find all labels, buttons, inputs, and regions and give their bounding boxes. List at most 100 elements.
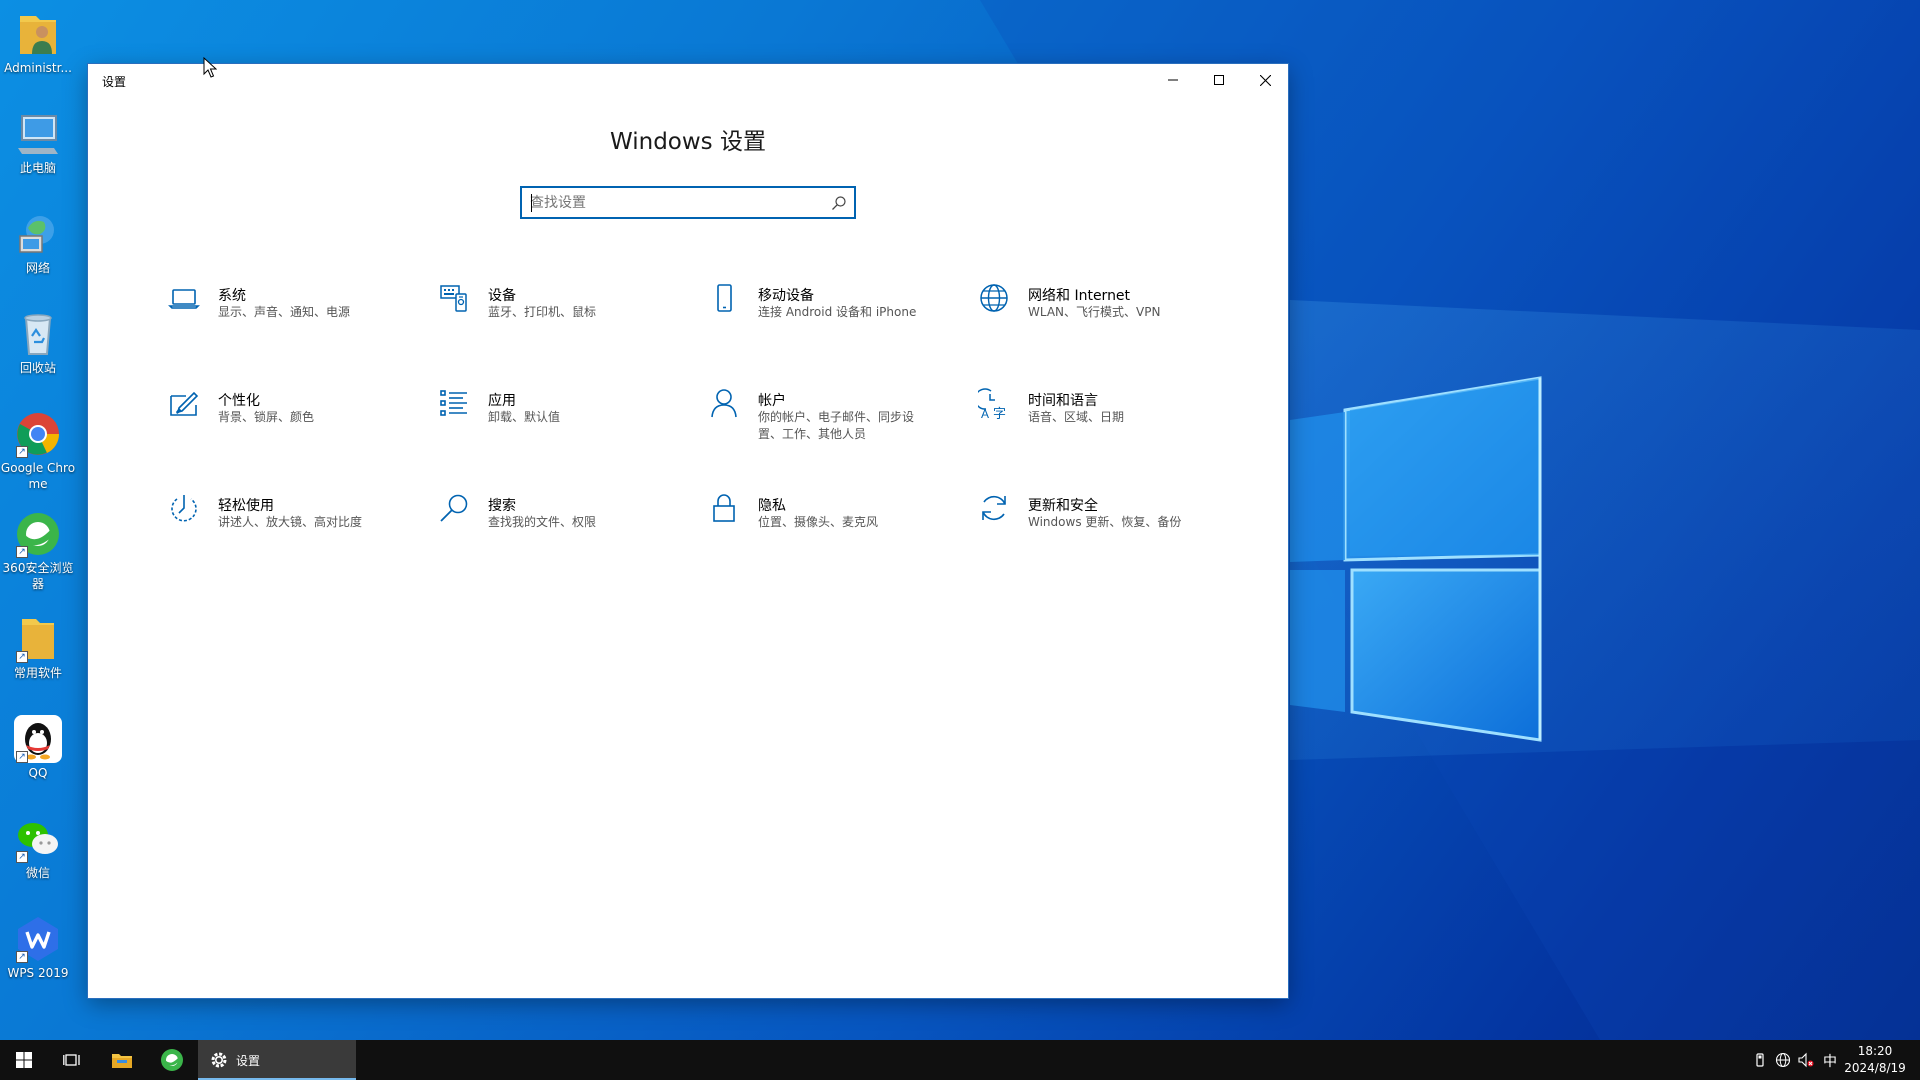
tile-title: 隐私 xyxy=(758,498,786,514)
desktop-icon-label: QQ xyxy=(28,766,48,780)
input-method-indicator[interactable]: 中 xyxy=(1823,1051,1837,1071)
tile-title: 网络和 Internet xyxy=(1028,288,1131,304)
taskbar-360-browser[interactable] xyxy=(148,1040,196,1080)
taskbar-file-explorer[interactable] xyxy=(98,1040,146,1080)
settings-tile-apps-list[interactable]: 应用 卸载、默认值 xyxy=(438,387,708,492)
desktop-icon-label: 360安全浏览器 xyxy=(2,561,74,591)
desktop-icon-label: 回收站 xyxy=(19,361,56,375)
search-box[interactable] xyxy=(520,186,856,219)
tile-title: 搜索 xyxy=(488,498,516,514)
search-magnifier-icon xyxy=(440,494,468,522)
desktop-icon-label: Google Chrome xyxy=(0,461,76,491)
settings-tile-ease-of-access[interactable]: 轻松使用 讲述人、放大镜、高对比度 xyxy=(168,492,438,597)
desktop-icon-label: 微信 xyxy=(25,866,50,880)
tile-description: 你的帐户、电子邮件、同步设置、工作、其他人员 xyxy=(758,410,915,441)
settings-tile-time-language[interactable]: A字 时间和语言 语音、区域、日期 xyxy=(978,387,1248,492)
recycle-bin-icon xyxy=(24,314,52,355)
settings-tile-globe[interactable]: 网络和 Internet WLAN、飞行模式、VPN xyxy=(978,282,1248,387)
desktop-icon-user-folder[interactable]: Administr... xyxy=(0,10,76,76)
search-input[interactable] xyxy=(530,193,820,213)
tile-title: 系统 xyxy=(218,288,246,304)
title-bar[interactable]: 设置 xyxy=(88,64,1288,96)
file-explorer-icon xyxy=(112,1054,132,1068)
search-icon[interactable] xyxy=(831,195,847,211)
close-icon xyxy=(1259,74,1271,86)
tile-description: 卸载、默认值 xyxy=(488,410,561,424)
clock-date: 2024/8/19 xyxy=(1844,1061,1906,1075)
settings-tile-update-sync[interactable]: 更新和安全 Windows 更新、恢复、备份 xyxy=(978,492,1248,597)
tile-description: Windows 更新、恢复、备份 xyxy=(1028,515,1182,529)
tile-description: 蓝牙、打印机、鼠标 xyxy=(488,305,597,319)
settings-window: 设置 Windows 设置 系统 显示、声音、通知、电源 设备 蓝牙、打印机、鼠… xyxy=(88,64,1288,998)
volume-muted-icon[interactable] xyxy=(1798,1052,1814,1068)
shortcut-arrow-icon: ↗ xyxy=(16,951,28,963)
svg-text:字: 字 xyxy=(993,407,1006,419)
settings-tile-person[interactable]: 帐户 你的帐户、电子邮件、同步设置、工作、其他人员 xyxy=(708,387,978,492)
desktop-icon-wechat[interactable]: ↗ 微信 xyxy=(0,815,76,881)
laptop-icon xyxy=(168,289,200,309)
taskbar-settings-app[interactable]: 设置 xyxy=(198,1040,356,1080)
shortcut-arrow-icon: ↗ xyxy=(16,446,28,458)
shortcut-arrow-icon: ↗ xyxy=(16,751,28,763)
settings-tile-devices-keyboard[interactable]: 设备 蓝牙、打印机、鼠标 xyxy=(438,282,708,387)
page-title: Windows 设置 xyxy=(610,129,766,155)
usb-device-icon[interactable] xyxy=(1752,1052,1768,1068)
desktop-icon-360-browser[interactable]: ↗ 360安全浏览器 xyxy=(0,510,76,592)
taskbar-app-label: 设置 xyxy=(236,1054,261,1068)
desktop-icon-label: Administr... xyxy=(4,61,72,75)
svg-text:A: A xyxy=(981,407,989,419)
desktop-icon-label: 网络 xyxy=(25,261,50,275)
start-button[interactable] xyxy=(0,1040,48,1080)
taskbar: 设置 中 18:20 2024/8/19 xyxy=(0,1040,1920,1080)
tile-description: 查找我的文件、权限 xyxy=(488,515,597,529)
desktop-icon-chrome[interactable]: ↗ Google Chrome xyxy=(0,410,76,492)
desktop-icon-computer[interactable]: 此电脑 xyxy=(0,110,76,176)
desktop-icon-label: 此电脑 xyxy=(19,161,56,175)
settings-tile-personalization-pen[interactable]: 个性化 背景、锁屏、颜色 xyxy=(168,387,438,492)
360-browser-icon xyxy=(161,1049,183,1071)
time-language-icon: A字 xyxy=(978,388,1006,419)
shortcut-arrow-icon: ↗ xyxy=(16,851,28,863)
devices-keyboard-icon xyxy=(440,285,467,312)
windows-start-icon xyxy=(16,1052,32,1068)
tile-title: 时间和语言 xyxy=(1028,393,1098,409)
desktop-icon-label: 常用软件 xyxy=(13,666,62,680)
settings-tile-search-magnifier[interactable]: 搜索 查找我的文件、权限 xyxy=(438,492,708,597)
settings-tile-phone[interactable]: 移动设备 连接 Android 设备和 iPhone xyxy=(708,282,978,387)
minimize-button[interactable] xyxy=(1150,64,1196,96)
computer-icon xyxy=(18,115,58,154)
tile-description: 讲述人、放大镜、高对比度 xyxy=(218,515,363,529)
text-caret xyxy=(531,194,532,212)
tile-description: WLAN、飞行模式、VPN xyxy=(1028,305,1161,319)
network-globe-tray-icon[interactable] xyxy=(1775,1052,1791,1068)
settings-tile-lock[interactable]: 隐私 位置、摄像头、麦克风 xyxy=(708,492,978,597)
minimize-icon xyxy=(1168,79,1178,81)
settings-tile-laptop[interactable]: 系统 显示、声音、通知、电源 xyxy=(168,282,438,387)
close-button[interactable] xyxy=(1242,64,1288,96)
taskbar-clock[interactable]: 18:20 2024/8/19 xyxy=(1840,1043,1910,1077)
personalization-pen-icon xyxy=(170,391,199,416)
tile-title: 更新和安全 xyxy=(1028,498,1098,514)
mouse-cursor-icon xyxy=(203,57,217,78)
desktop-icon-network-globe[interactable]: 网络 xyxy=(0,210,76,276)
task-view-button[interactable] xyxy=(48,1040,96,1080)
user-folder-icon xyxy=(20,16,56,54)
tile-title: 移动设备 xyxy=(758,288,814,304)
maximize-icon xyxy=(1214,75,1224,85)
shortcut-arrow-icon: ↗ xyxy=(16,651,28,663)
desktop-icon-wps[interactable]: ↗ WPS 2019 xyxy=(0,915,76,981)
settings-categories-grid: 系统 显示、声音、通知、电源 设备 蓝牙、打印机、鼠标 移动设备 连接 Andr… xyxy=(168,282,1248,597)
globe-icon xyxy=(980,284,1008,312)
ease-of-access-icon xyxy=(171,495,197,522)
maximize-button[interactable] xyxy=(1196,64,1242,96)
tile-title: 应用 xyxy=(488,393,516,409)
desktop-icon-qq-penguin[interactable]: ↗ QQ xyxy=(0,715,76,781)
desktop-icon-folder[interactable]: ↗ 常用软件 xyxy=(0,615,76,681)
desktop-icon-recycle-bin[interactable]: 回收站 xyxy=(0,310,76,376)
gear-icon xyxy=(211,1052,227,1068)
clock-time: 18:20 xyxy=(1857,1044,1893,1058)
tile-description: 显示、声音、通知、电源 xyxy=(218,305,351,319)
tile-description: 连接 Android 设备和 iPhone xyxy=(758,305,917,319)
desktop-icon-label: WPS 2019 xyxy=(7,966,69,980)
tile-title: 轻松使用 xyxy=(218,498,274,514)
